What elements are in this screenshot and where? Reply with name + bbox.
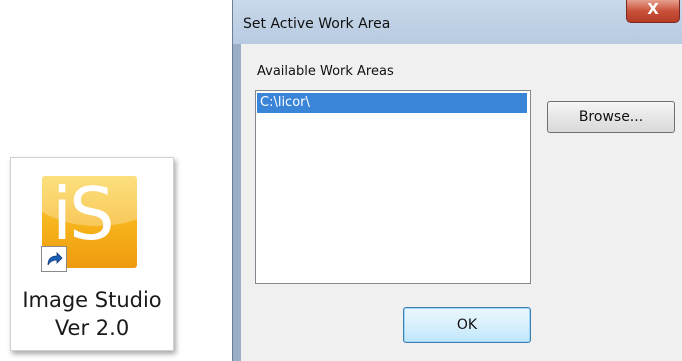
- dialog-title: Set Active Work Area: [243, 16, 391, 32]
- ok-button[interactable]: OK: [403, 307, 531, 343]
- available-work-areas-label: Available Work Areas: [257, 64, 394, 79]
- close-button[interactable]: X: [626, 0, 680, 23]
- shortcut-label-line2: Ver 2.0: [54, 316, 130, 340]
- dialog-titlebar[interactable]: Set Active Work Area X: [233, 0, 682, 44]
- shortcut-label-line1: Image Studio: [22, 288, 162, 312]
- browse-button[interactable]: Browse...: [547, 101, 675, 133]
- list-item[interactable]: C:\licor\: [257, 93, 527, 113]
- shortcut-arrow-icon: [41, 246, 67, 272]
- close-icon: X: [647, 0, 659, 18]
- desktop-shortcut-image-studio[interactable]: iS Image Studio Ver 2.0: [10, 157, 174, 351]
- shortcut-label: Image Studio Ver 2.0: [11, 286, 173, 342]
- dialog-body: Available Work Areas C:\licor\ Browse...…: [241, 44, 682, 361]
- work-areas-listbox[interactable]: C:\licor\: [255, 90, 531, 284]
- set-active-work-area-dialog: Set Active Work Area X Available Work Ar…: [232, 0, 682, 361]
- app-icon-letters: iS: [52, 176, 115, 256]
